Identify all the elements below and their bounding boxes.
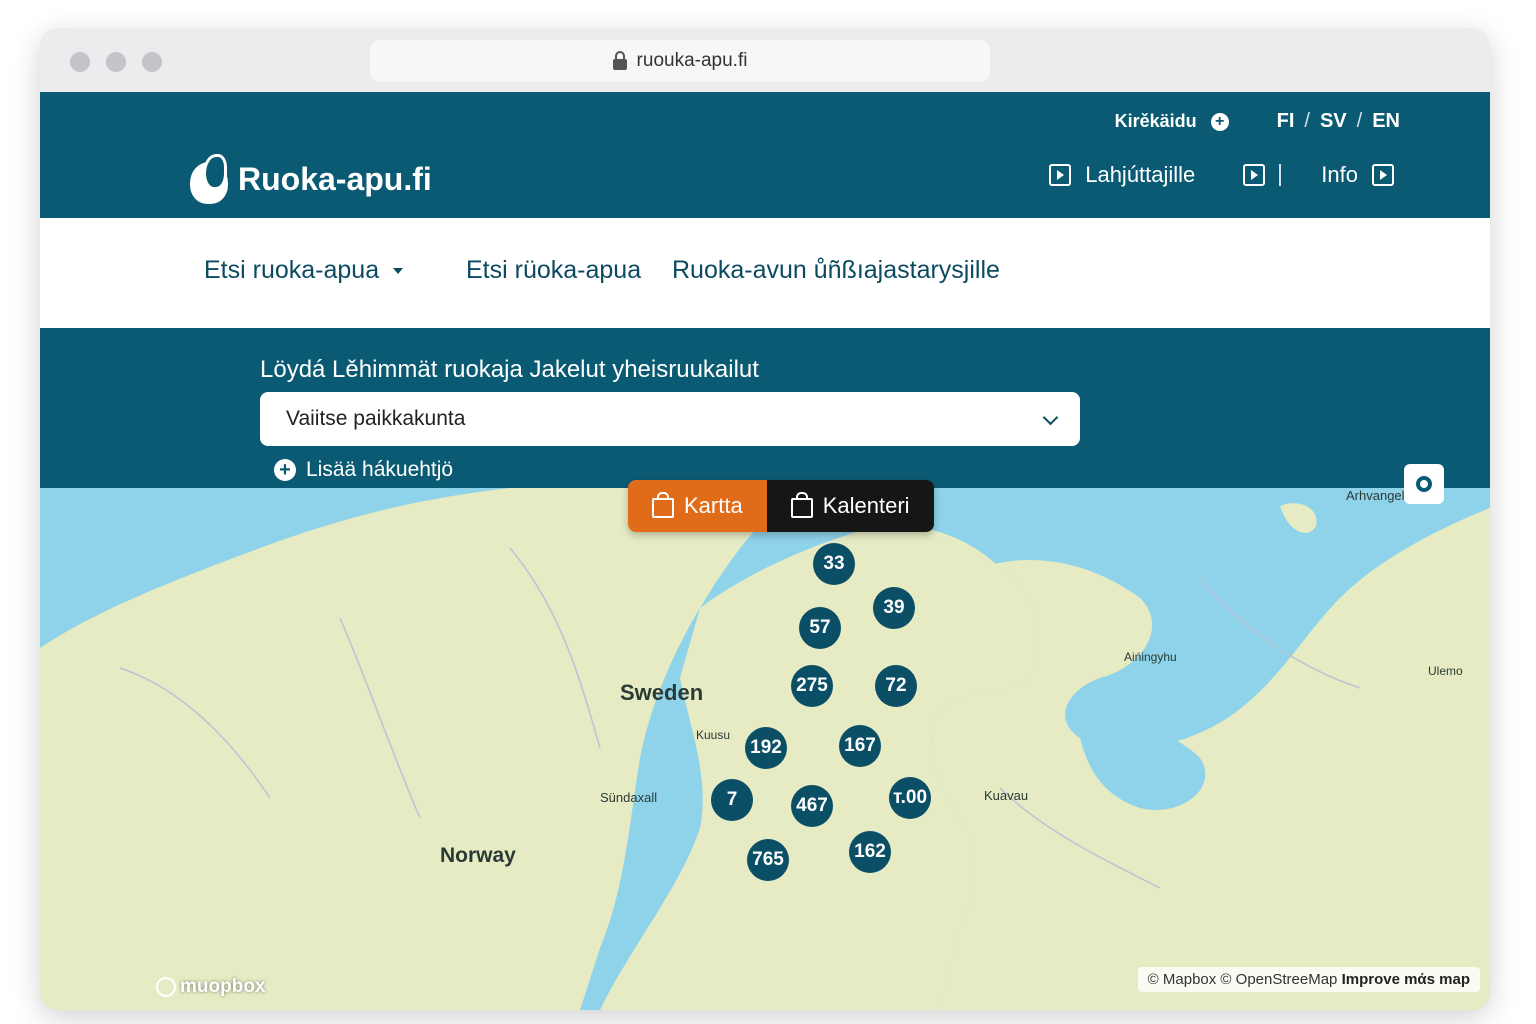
logo-text: Ruoka-apu.fi	[238, 160, 432, 197]
map-cluster-marker[interactable]: 467	[791, 785, 833, 827]
nav-lahjuttajille[interactable]: Lahjúttajille	[1085, 162, 1195, 188]
chevron-down-icon	[1042, 409, 1059, 426]
utility-link[interactable]: Kirěkäidu	[1115, 111, 1197, 132]
caret-down-icon	[393, 268, 404, 275]
lang-separator: /	[1356, 110, 1363, 132]
map-label-ulemo: Ulemo	[1428, 664, 1463, 678]
tab-map[interactable]: Kartta	[628, 480, 767, 532]
map-attribution: © Mapbox © OpenStreeMap Improve mάs map	[1137, 967, 1480, 992]
lang-sv[interactable]: SV	[1320, 110, 1347, 133]
browser-window: ruouka-apu.fi Kirěkäidu + FI / SV / EN R	[40, 28, 1490, 1010]
header-right-nav: Lahjúttajille Info	[1049, 162, 1394, 188]
address-bar[interactable]: ruouka-apu.fi	[370, 40, 990, 82]
utility-bar: Kirěkäidu + FI / SV / EN	[1115, 110, 1400, 133]
site-logo[interactable]: Ruoka-apu.fi	[190, 154, 432, 204]
location-select-value: Vaiitse paikkakunta	[286, 407, 466, 430]
lang-en[interactable]: EN	[1372, 110, 1400, 133]
nav-find-food-aid[interactable]: Etsi rüoka-apua	[466, 256, 641, 285]
bag-icon	[790, 492, 813, 518]
url-text: ruouka-apu.fi	[636, 50, 748, 71]
window-minimize-button[interactable]	[106, 52, 126, 72]
window-maximize-button[interactable]	[142, 52, 162, 72]
tab-calendar[interactable]: Kalenteri	[766, 480, 934, 532]
plus-icon: +	[274, 459, 296, 481]
map-cluster-marker[interactable]: 72	[875, 665, 917, 707]
nav-find-food-aid-dropdown[interactable]: Etsi ruoka-apua	[204, 256, 404, 285]
site-header: Kirěkäidu + FI / SV / EN Ruoka-apu.fi La	[40, 92, 1490, 218]
lang-separator: /	[1304, 110, 1310, 132]
tab-calendar-label: Kalenteri	[822, 493, 910, 518]
map-cluster-marker[interactable]: 162	[849, 831, 891, 873]
page: Kirěkäidu + FI / SV / EN Ruoka-apu.fi La	[40, 92, 1490, 1010]
map-settings-button[interactable]	[1404, 464, 1444, 504]
map[interactable]: Sweden Norway Kuusu Sündaxall Kuavau Arh…	[40, 488, 1490, 1010]
map-cluster-marker[interactable]: 192	[745, 727, 787, 769]
plus-icon[interactable]: +	[1210, 112, 1229, 131]
attribution-mapbox-link[interactable]: Mapbox	[1163, 971, 1216, 988]
map-cluster-marker[interactable]: т.00	[889, 777, 931, 819]
mapbox-logo-text: muopbox	[180, 976, 266, 997]
add-filter-button[interactable]: + Lisää hákuehtjö	[274, 458, 453, 482]
main-nav: Etsi ruoka-apua Etsi rüoka-apua Ruoka-av…	[40, 218, 1490, 328]
gear-icon	[1416, 476, 1432, 492]
map-cluster-marker[interactable]: 57	[799, 607, 841, 649]
map-label-sundaxall: Sündaxall	[600, 790, 658, 805]
tab-map-label: Kartta	[684, 493, 743, 518]
logo-mark-icon	[190, 154, 232, 204]
search-title: Löydá Lěhimmät ruokaja Jakelut yheisruuk…	[260, 356, 759, 383]
mapbox-logo-icon	[156, 977, 176, 997]
play-icon	[1049, 164, 1072, 186]
nav-item-label: Etsi ruoka-apua	[204, 256, 380, 284]
attribution-improve-link[interactable]: Improve mάs map	[1342, 971, 1470, 988]
add-filter-label: Lisää hákuehtjö	[306, 458, 454, 481]
search-section: Löydá Lěhimmät ruokaja Jakelut yheisruuk…	[40, 328, 1490, 488]
view-tabs: Kartta Kalenteri	[628, 480, 934, 532]
browser-chrome: ruouka-apu.fi	[40, 28, 1490, 92]
map-label-kuavau: Kuavau	[984, 788, 1029, 803]
window-close-button[interactable]	[70, 52, 90, 72]
map-label-kuusu: Kuusu	[696, 728, 731, 742]
map-cluster-marker[interactable]: 7	[711, 779, 753, 821]
map-cluster-marker[interactable]: 39	[873, 587, 915, 629]
language-switcher: FI / SV / EN	[1277, 110, 1400, 133]
play-icon[interactable]	[1372, 164, 1394, 186]
panel-icon[interactable]	[1243, 164, 1266, 186]
divider	[1279, 164, 1282, 186]
mapbox-logo[interactable]: muopbox	[156, 976, 266, 998]
location-select[interactable]: Vaiitse paikkakunta	[260, 392, 1080, 446]
nav-for-food-aid-providers[interactable]: Ruoka-avun ůñßıajastarysjille	[672, 256, 1000, 285]
map-cluster-marker[interactable]: 167	[839, 725, 881, 767]
lang-fi[interactable]: FI	[1277, 110, 1295, 133]
map-cluster-marker[interactable]: 33	[813, 543, 855, 585]
nav-info[interactable]: Info	[1321, 162, 1358, 188]
lock-icon	[612, 50, 627, 70]
attribution-osm-link[interactable]: OpenStreeMap	[1236, 971, 1338, 988]
map-cluster-marker[interactable]: 765	[747, 839, 789, 881]
map-label-sweden: Sweden	[620, 680, 704, 705]
map-cluster-marker[interactable]: 275	[791, 665, 833, 707]
map-label-ainingyhu: Aińingyhu	[1124, 650, 1177, 664]
bag-icon	[652, 492, 674, 518]
map-label-norway: Norway	[440, 844, 516, 867]
